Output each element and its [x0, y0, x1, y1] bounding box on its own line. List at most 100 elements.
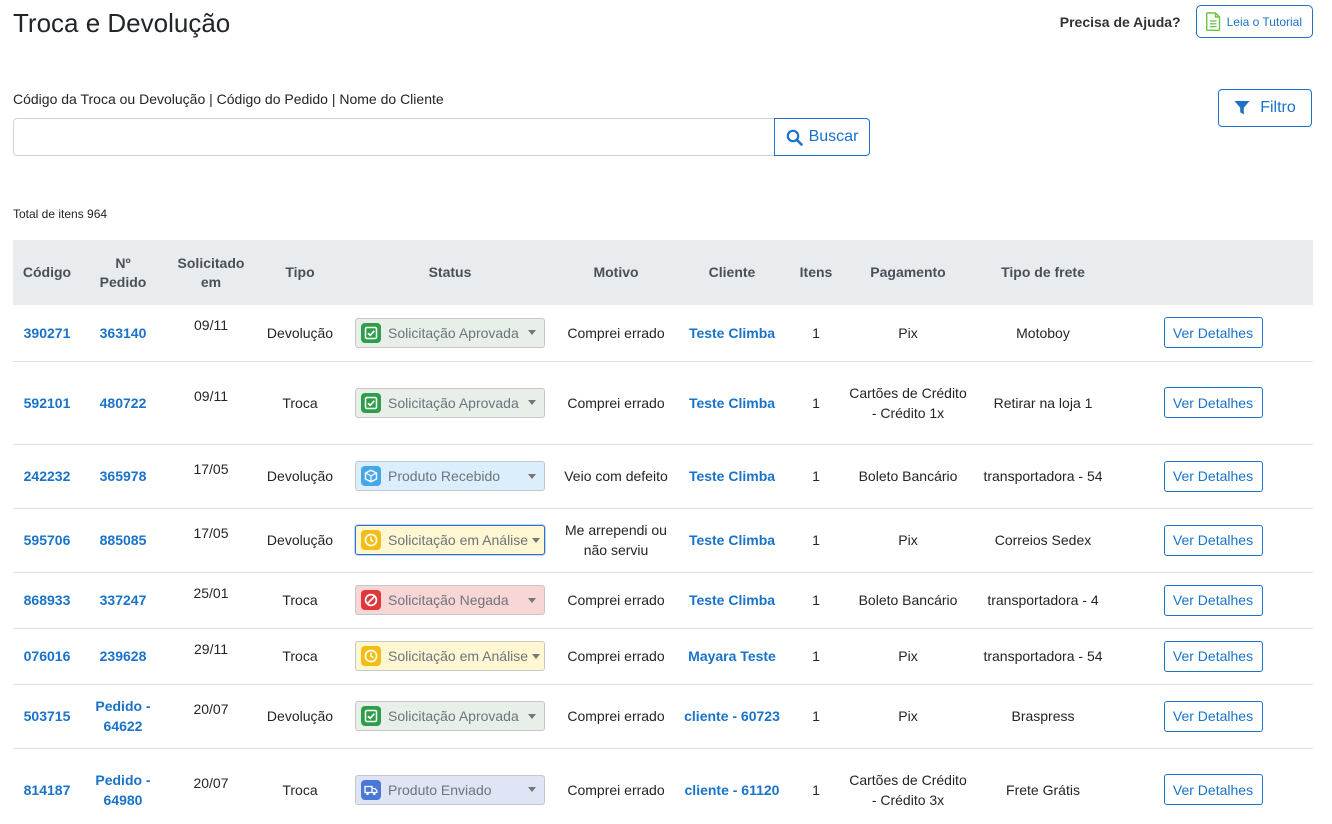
- row-codigo-link[interactable]: 390271: [13, 305, 81, 361]
- row-motivo: Comprei errado: [567, 324, 665, 341]
- row-date: 20/07: [193, 774, 229, 791]
- table-header-row: Código Nº Pedido Solicitado em Tipo Status…: [13, 240, 1313, 305]
- search-input[interactable]: [13, 118, 774, 156]
- row-pedido-link[interactable]: 363140: [81, 305, 165, 361]
- row-pedido-link[interactable]: 480722: [81, 361, 165, 444]
- ver-detalhes-button[interactable]: Ver Detalhes: [1163, 317, 1263, 349]
- row-itens: 1: [812, 324, 820, 341]
- caret-down-icon: [528, 473, 536, 479]
- search-button-label: Buscar: [808, 128, 859, 145]
- row-cliente-link[interactable]: Teste Climba: [675, 572, 789, 628]
- page-title: Troca e Devolução: [13, 8, 231, 38]
- caret-down-icon: [532, 653, 541, 659]
- status-label: Solicitação em Análise: [388, 648, 529, 664]
- status-select[interactable]: Produto Recebido: [355, 461, 545, 491]
- row-frete: transportadora - 54: [983, 468, 1103, 484]
- clock-icon: [361, 646, 381, 666]
- row-tipo: Troca: [282, 592, 318, 608]
- table-row: 595706 885085 17/05 Devolução Solicitação em…: [13, 508, 1313, 572]
- row-tipo: Devolução: [266, 324, 334, 341]
- row-pagamento: Pix: [898, 324, 918, 341]
- row-tipo: Troca: [282, 781, 318, 798]
- row-motivo: Comprei errado: [567, 394, 665, 411]
- check-square-icon: [361, 392, 381, 413]
- header-codigo: Código: [22, 264, 72, 280]
- row-itens: 1: [812, 781, 820, 798]
- status-select[interactable]: Solicitação em Análise: [355, 525, 545, 555]
- row-tipo: Devolução: [266, 708, 334, 724]
- search-button[interactable]: Buscar: [774, 118, 870, 156]
- row-pedido-link[interactable]: 365978: [81, 444, 165, 508]
- row-date: 17/05: [193, 460, 229, 477]
- row-codigo-link[interactable]: 242232: [13, 444, 81, 508]
- caret-down-icon: [528, 330, 536, 336]
- row-motivo: Comprei errado: [567, 781, 665, 798]
- row-codigo-link[interactable]: 503715: [13, 684, 81, 748]
- ver-detalhes-button[interactable]: Ver Detalhes: [1163, 387, 1263, 418]
- row-pagamento: Cartões de Crédito - Crédito 1x: [849, 384, 967, 421]
- row-cliente-link[interactable]: Teste Climba: [675, 305, 789, 361]
- row-cliente-link[interactable]: cliente - 61120: [675, 748, 789, 824]
- row-pedido-link[interactable]: 885085: [81, 508, 165, 572]
- row-motivo: Comprei errado: [567, 708, 665, 724]
- header-pedido: Nº Pedido: [99, 254, 147, 290]
- row-date: 25/01: [193, 584, 229, 601]
- status-label: Solicitação Aprovada: [388, 324, 519, 341]
- table-row: 076016 239628 29/11 Troca Solicitação em Aná…: [13, 628, 1313, 684]
- row-motivo: Comprei errado: [567, 648, 665, 664]
- row-codigo-link[interactable]: 868933: [13, 572, 81, 628]
- table-row: 868933 337247 25/01 Troca Solicitação Negada…: [13, 572, 1313, 628]
- row-pedido-link[interactable]: Pedido - 64622: [81, 684, 165, 748]
- row-itens: 1: [812, 394, 820, 411]
- row-pedido-link[interactable]: 337247: [81, 572, 165, 628]
- row-codigo-link[interactable]: 595706: [13, 508, 81, 572]
- status-select[interactable]: Solicitação Aprovada: [355, 701, 545, 731]
- row-cliente-link[interactable]: Teste Climba: [675, 508, 789, 572]
- row-cliente-link[interactable]: Mayara Teste: [675, 628, 789, 684]
- header-itens: Itens: [799, 264, 833, 280]
- row-codigo-link[interactable]: 814187: [13, 748, 81, 824]
- row-frete: Retirar na loja 1: [993, 394, 1093, 411]
- row-codigo-link[interactable]: 076016: [13, 628, 81, 684]
- ver-detalhes-button[interactable]: Ver Detalhes: [1163, 640, 1263, 672]
- row-pagamento: Cartões de Crédito - Crédito 3x: [849, 771, 967, 808]
- header-solicitado: Solicitado em: [177, 254, 245, 290]
- tutorial-button[interactable]: Leia o Tutorial: [1195, 5, 1313, 38]
- caret-down-icon: [528, 787, 536, 792]
- row-pagamento: Pix: [898, 648, 918, 664]
- row-cliente-link[interactable]: Teste Climba: [675, 361, 789, 444]
- status-label: Solicitação Aprovada: [388, 394, 519, 411]
- table-row: 242232 365978 17/05 Devolução Produto Recebi…: [13, 444, 1313, 508]
- row-cliente-link[interactable]: cliente - 60723: [675, 684, 789, 748]
- table-row: 814187 Pedido - 64980 20/07 Troca Produto En…: [13, 748, 1313, 824]
- header-motivo: Motivo: [593, 264, 639, 280]
- clock-icon: [361, 530, 381, 550]
- header-status: Status: [428, 264, 472, 280]
- row-motivo: Comprei errado: [567, 592, 665, 608]
- ver-detalhes-button[interactable]: Ver Detalhes: [1163, 774, 1263, 805]
- header-tipo: Tipo: [285, 264, 315, 280]
- row-date: 29/11: [194, 640, 228, 657]
- filter-button[interactable]: Filtro: [1218, 89, 1312, 127]
- ver-detalhes-button[interactable]: Ver Detalhes: [1163, 524, 1263, 556]
- ver-detalhes-button[interactable]: Ver Detalhes: [1163, 460, 1263, 492]
- status-select[interactable]: Solicitação Aprovada: [355, 387, 545, 418]
- caret-down-icon: [528, 713, 536, 719]
- row-tipo: Troca: [282, 648, 318, 664]
- ver-detalhes-button[interactable]: Ver Detalhes: [1163, 700, 1263, 732]
- status-select[interactable]: Solicitação Negada: [355, 585, 545, 615]
- row-pedido-link[interactable]: Pedido - 64980: [81, 748, 165, 824]
- row-cliente-link[interactable]: Teste Climba: [675, 444, 789, 508]
- header-frete: Tipo de frete: [1001, 264, 1085, 280]
- status-label: Solicitação Aprovada: [388, 708, 519, 724]
- ver-detalhes-button[interactable]: Ver Detalhes: [1163, 584, 1263, 616]
- status-select[interactable]: Solicitação em Análise: [355, 641, 545, 671]
- returns-table: Código Nº Pedido Solicitado em Tipo Status…: [13, 240, 1313, 824]
- status-label: Solicitação em Análise: [388, 532, 529, 548]
- row-codigo-link[interactable]: 592101: [13, 361, 81, 444]
- row-pedido-link[interactable]: 239628: [81, 628, 165, 684]
- status-select[interactable]: Produto Enviado: [355, 774, 545, 805]
- status-select[interactable]: Solicitação Aprovada: [355, 317, 545, 348]
- caret-down-icon: [528, 597, 536, 603]
- row-frete: Braspress: [1011, 708, 1075, 724]
